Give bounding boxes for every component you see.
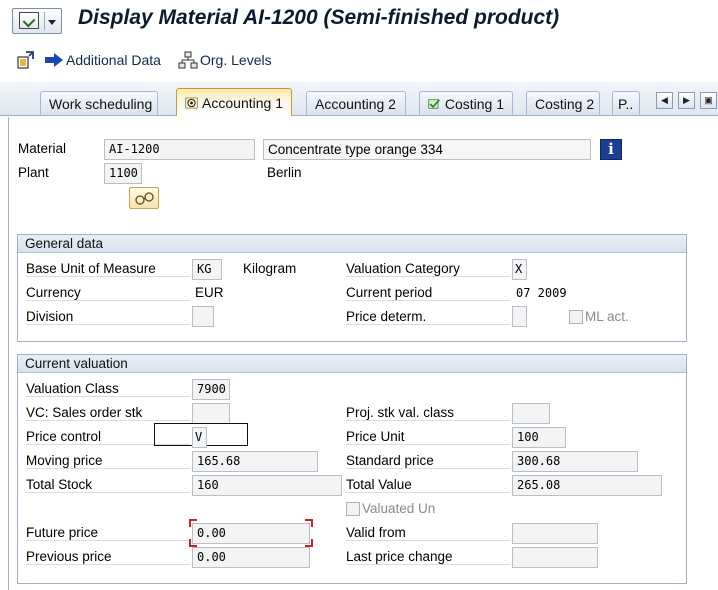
total-stock-label: Total Stock [26, 477, 190, 493]
standard-price-field[interactable]: 300.68 [512, 451, 638, 472]
total-stock-field[interactable]: 160 [192, 475, 342, 496]
valuation-category-label: Valuation Category [346, 261, 510, 277]
tab-costing-2[interactable]: Costing 2 [526, 91, 600, 115]
glasses-icon [135, 192, 154, 205]
target-icon [185, 97, 198, 108]
valid-from-label: Valid from [346, 525, 510, 541]
moving-price-label: Moving price [26, 453, 190, 469]
additional-data-label: Additional Data [66, 52, 161, 68]
material-description-field[interactable]: Concentrate type orange 334 [263, 139, 591, 160]
focus-corner-mark [305, 519, 313, 527]
focus-corner-mark [189, 539, 197, 547]
valid-from-field[interactable] [512, 523, 598, 544]
valuation-class-field[interactable]: 7900 [192, 379, 230, 400]
plant-field[interactable]: 1100 [104, 163, 142, 184]
valuated-un-checkbox[interactable] [346, 502, 360, 516]
switch-document-icon [17, 51, 34, 69]
base-uom-label: Base Unit of Measure [26, 261, 190, 277]
chevron-down-icon [44, 12, 58, 30]
total-value-field[interactable]: 265.08 [512, 475, 662, 496]
tab-label: Costing 2 [535, 95, 595, 112]
info-button[interactable]: i [600, 139, 622, 160]
base-uom-field[interactable]: KG [192, 259, 222, 280]
vc-sales-order-stk-label: VC: Sales order stk [26, 405, 190, 421]
display-glasses-button[interactable] [129, 187, 159, 209]
other-material-button[interactable] [16, 50, 36, 70]
ml-act-label: ML act. [585, 309, 629, 324]
tab-costing-1[interactable]: Costing 1 [419, 91, 513, 115]
arrow-right-icon [45, 53, 63, 67]
tab-accounting-2[interactable]: Accounting 2 [306, 91, 406, 115]
tab-strip: Work scheduling Accounting 1 Accounting … [0, 82, 718, 116]
currency-value: EUR [195, 285, 224, 300]
last-price-change-field[interactable] [512, 547, 598, 568]
tab-label: Accounting 1 [202, 94, 283, 111]
previous-price-label: Previous price [26, 549, 190, 565]
tab-label: P.. [618, 95, 634, 112]
previous-price-field[interactable]: 0.00 [192, 547, 310, 568]
price-unit-label: Price Unit [346, 429, 510, 445]
proj-stk-val-class-field[interactable] [512, 403, 550, 424]
info-icon: i [608, 140, 614, 158]
division-field[interactable] [192, 306, 214, 327]
valuated-un-label: Valuated Un [362, 501, 436, 516]
standard-price-label: Standard price [346, 453, 510, 469]
org-levels-label: Org. Levels [200, 52, 272, 68]
tab-list-icon: ▣ [704, 95, 713, 105]
group-title: General data [18, 235, 686, 253]
tab-label: Costing 1 [444, 95, 504, 112]
base-uom-text: Kilogram [243, 261, 297, 276]
screen-icon [19, 12, 39, 29]
last-price-change-label: Last price change [346, 549, 510, 565]
division-label: Division [26, 309, 190, 325]
price-unit-field[interactable]: 100 [512, 427, 566, 448]
material-label: Material [18, 141, 67, 156]
price-control-field[interactable]: V [192, 427, 207, 448]
tab-label: Work scheduling [49, 95, 153, 112]
plant-label: Plant [18, 165, 49, 180]
org-hierarchy-icon [178, 51, 198, 69]
future-price-field[interactable]: 0.00 [192, 523, 310, 544]
tab-scroll-left-button[interactable]: ◀ [656, 92, 673, 109]
tab-work-scheduling[interactable]: Work scheduling [40, 91, 158, 115]
tab-label: Accounting 2 [315, 95, 396, 112]
title-bar: Display Material AI-1200 (Semi-finished … [0, 0, 718, 40]
application-toolbar: Additional Data Org. Levels [0, 42, 718, 78]
focus-corner-mark [189, 519, 197, 527]
moving-price-field[interactable]: 165.68 [192, 451, 318, 472]
tab-accounting-1[interactable]: Accounting 1 [176, 88, 292, 116]
current-period-value: 07 2009 [516, 286, 567, 300]
focus-corner-mark [305, 539, 313, 547]
valuation-class-label: Valuation Class [26, 381, 190, 397]
additional-data-button[interactable]: Additional Data [44, 50, 161, 70]
future-price-label: Future price [26, 525, 190, 541]
ml-act-checkbox[interactable] [569, 310, 583, 324]
plant-name: Berlin [267, 165, 302, 180]
current-period-label: Current period [346, 285, 510, 301]
proj-stk-val-class-label: Proj. stk val. class [346, 405, 510, 421]
group-title: Current valuation [18, 355, 686, 373]
menu-toggle-button[interactable] [12, 8, 62, 34]
org-levels-button[interactable]: Org. Levels [178, 50, 272, 70]
price-determ-field[interactable] [512, 306, 527, 327]
tab-more[interactable]: P.. [612, 91, 640, 115]
valuation-category-field[interactable]: X [512, 259, 527, 280]
tab-scroll-right-button[interactable]: ▶ [678, 92, 695, 109]
currency-label: Currency [26, 285, 190, 301]
page-title: Display Material AI-1200 (Semi-finished … [78, 6, 560, 29]
tab-list-button[interactable]: ▣ [700, 92, 717, 109]
price-determ-label: Price determ. [346, 309, 510, 325]
vc-sales-order-stk-field[interactable] [192, 403, 230, 424]
total-value-label: Total Value [346, 477, 510, 493]
material-field[interactable]: AI-1200 [104, 139, 255, 160]
check-icon [428, 98, 441, 109]
